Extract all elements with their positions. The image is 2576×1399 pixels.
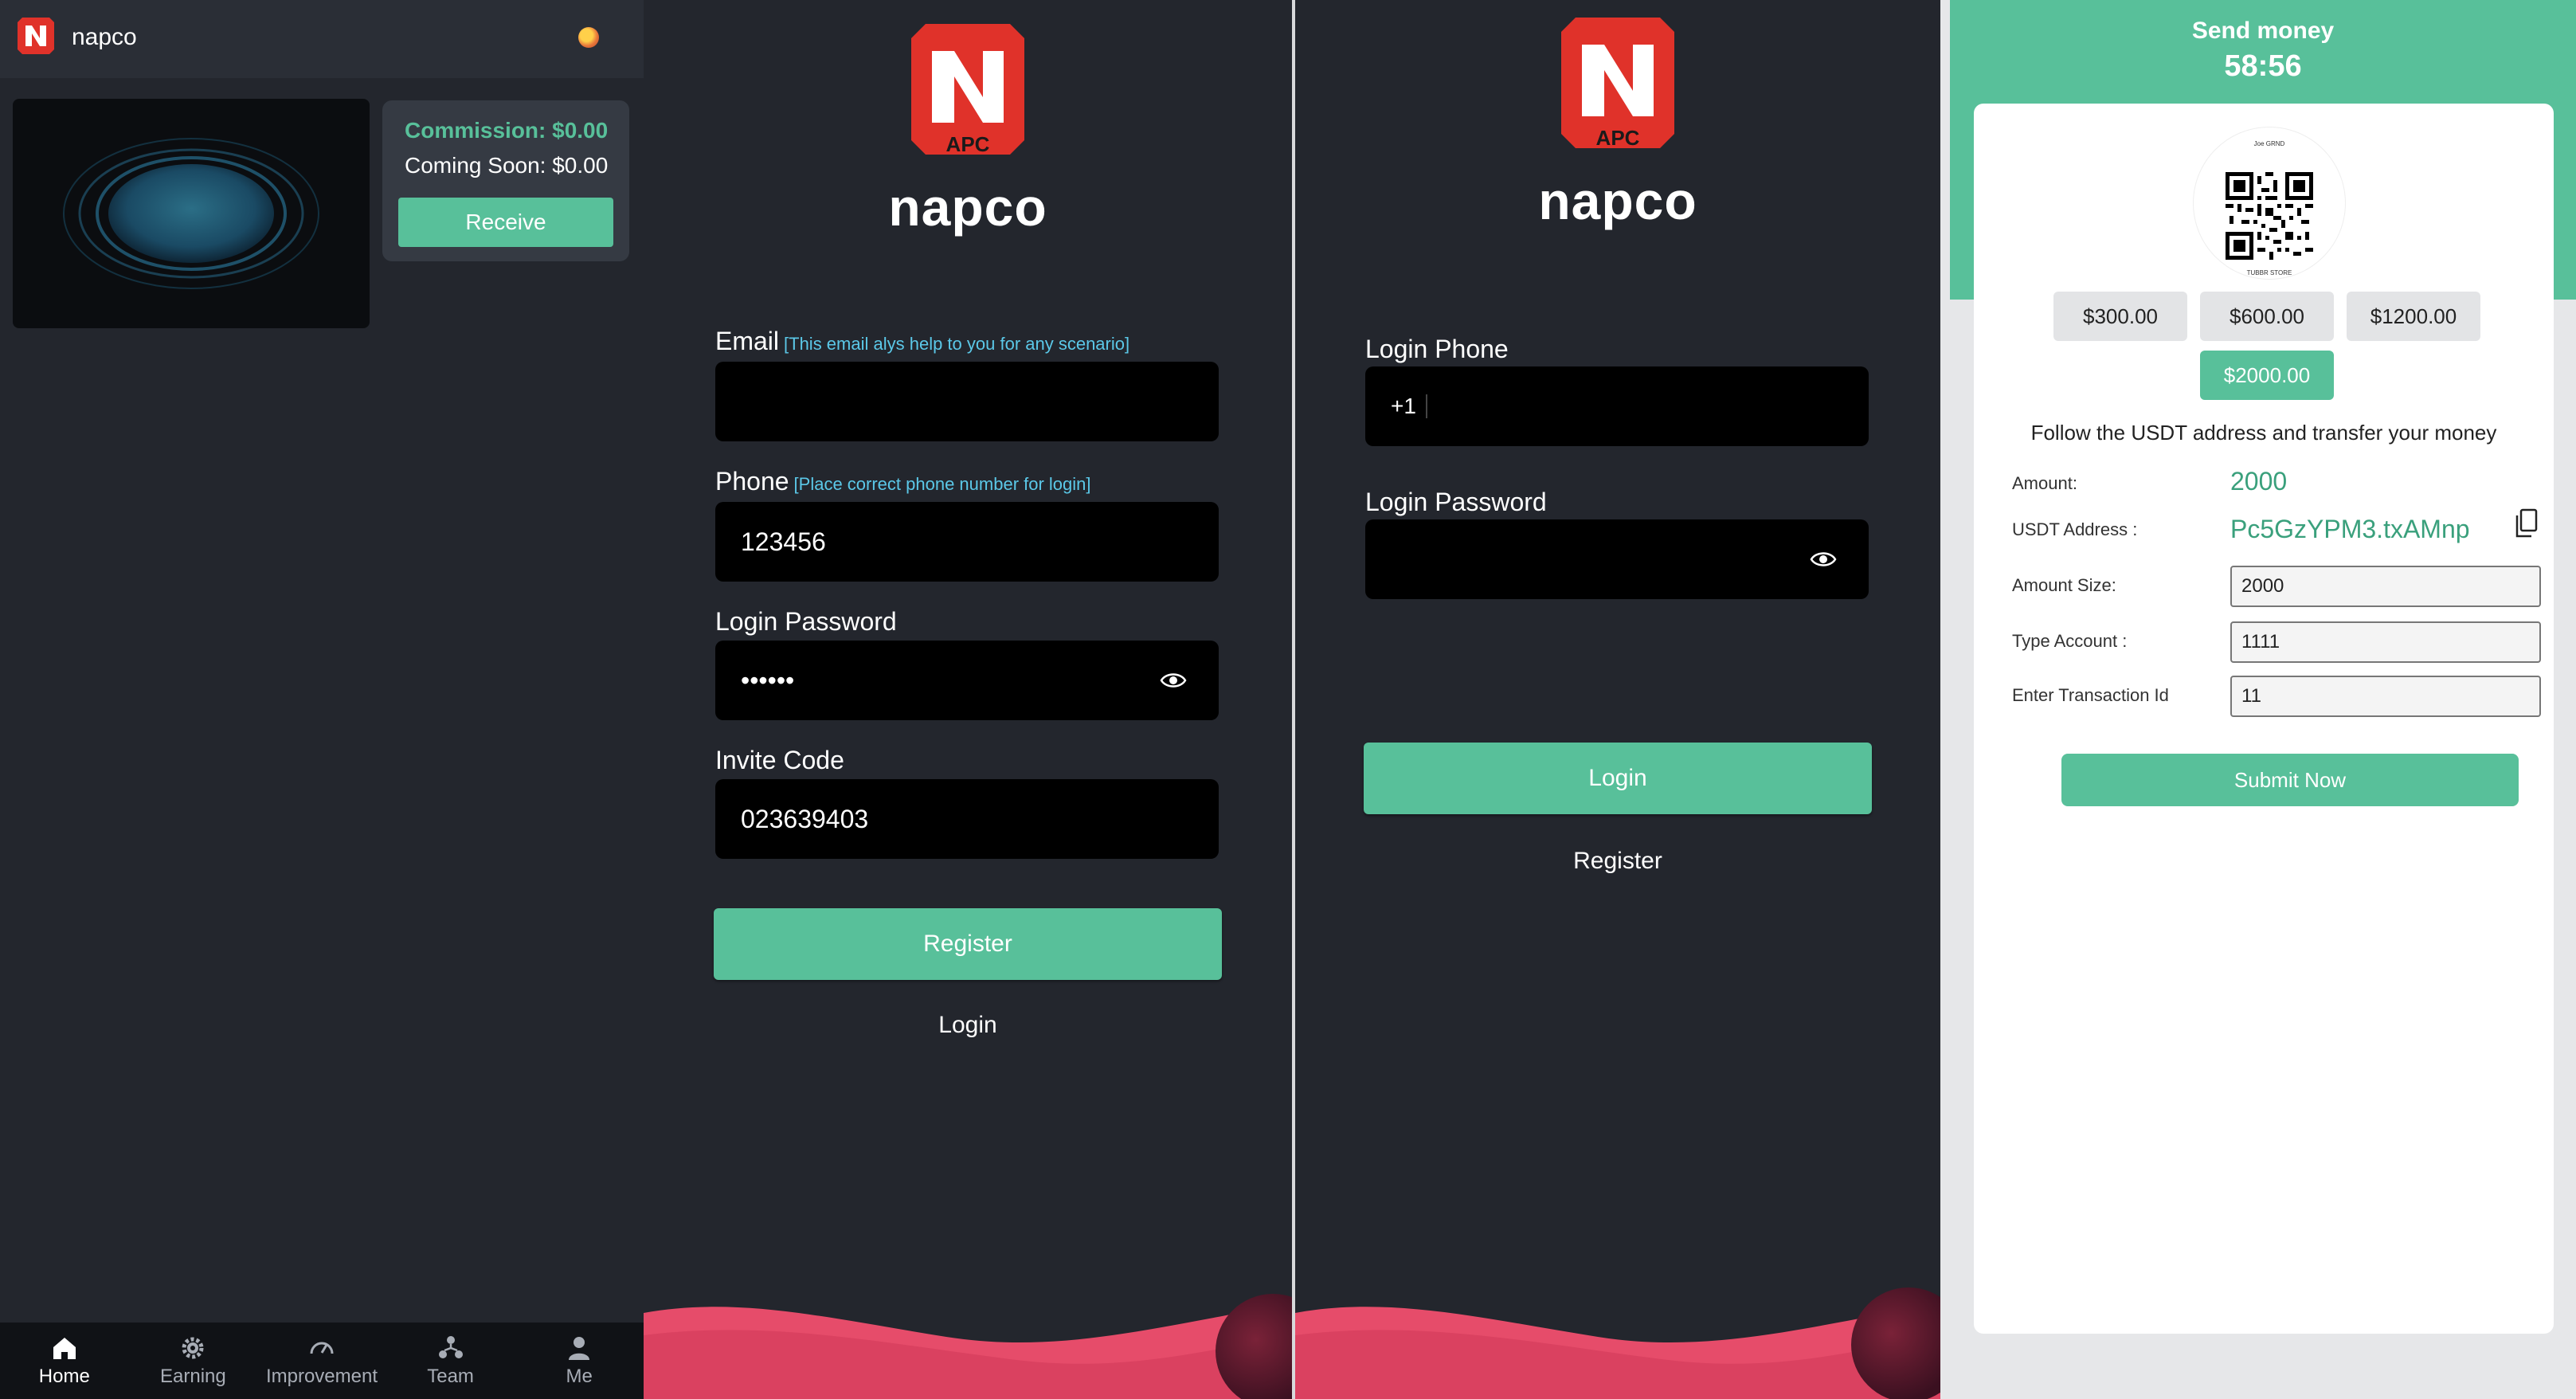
amount-option-1200[interactable]: $1200.00 [2347,292,2480,341]
countdown-timer: 58:56 [2224,49,2302,83]
amount-label: Amount: [2012,473,2077,493]
notification-icon[interactable] [578,27,599,48]
user-icon [569,1337,590,1360]
login-phone-label: Login Phone [1365,335,1509,363]
amount-size-label: Amount Size: [2012,575,2116,595]
amount-option-300[interactable]: $300.00 [2053,292,2187,341]
payment-card: Joe GRND TUBBR STORE $300.00 $600.00 $12… [1974,104,2554,1334]
invite-label: Invite Code [715,746,844,774]
register-screen: APC napco Email [This email alys help to … [644,0,1292,1399]
home-screen: napco Commission: $0.00 Coming Soon: $0.… [0,0,644,1399]
usdt-address-value: Pc5GzYPM3.txAMnp [2230,515,2470,543]
brand-name: napco [1538,171,1697,230]
panel-divider [1940,0,1950,1399]
email-hint: [This email alys help to you for any sce… [784,334,1130,354]
prefix-divider [1425,394,1427,418]
gear-icon [182,1337,204,1359]
phone-label: Phone [Place correct phone number for log… [715,467,1091,496]
login-phone-field[interactable]: +1 [1365,366,1869,446]
nav-label: Earning [160,1366,226,1387]
invite-code-field[interactable]: 023639403 [715,779,1219,859]
phone-hint: [Place correct phone number for login] [793,474,1091,494]
nav-earning[interactable]: Earning [129,1323,258,1399]
register-link[interactable]: Register [1364,848,1872,875]
coming-soon-text: Coming Soon: $0.00 [405,153,609,178]
commission-card: Commission: $0.00 Coming Soon: $0.00 Rec… [382,100,629,261]
amount-size-input[interactable]: 2000 [2230,566,2541,607]
nav-home[interactable]: Home [0,1323,129,1399]
login-password-label: Login Password [1365,488,1547,516]
team-icon [438,1336,463,1358]
home-icon [53,1338,76,1359]
send-money-screen: Send money 58:56 Joe GRND TUBBR STORE $3… [1950,0,2576,1399]
amount-option-600[interactable]: $600.00 [2200,292,2334,341]
amount-option-2000[interactable]: $2000.00 [2200,351,2334,400]
show-password-icon[interactable] [1810,548,1837,570]
decorative-wave [644,1294,1292,1399]
submit-now-button[interactable]: Submit Now [2061,754,2519,806]
qr-code-image: Joe GRND TUBBR STORE [2194,127,2345,279]
transfer-instruction: Follow the USDT address and transfer you… [2030,421,2497,445]
napco-logo-icon: APC [1561,18,1674,150]
email-label-text: Email [715,327,780,355]
nav-improvement[interactable]: Improvement [257,1323,386,1399]
nav-label: Me [566,1366,593,1387]
napco-logo-icon: APC [911,24,1024,156]
login-password-field[interactable] [1365,519,1869,599]
type-account-label: Type Account : [2012,631,2128,651]
home-header: napco [0,0,644,78]
nav-label: Home [38,1366,90,1387]
password-value: •••••• [741,665,795,695]
commission-text: Commission: $0.00 [405,118,609,143]
qr-header-text: Joe GRND [2253,140,2285,147]
receive-button[interactable]: Receive [398,198,613,247]
transaction-id-label: Enter Transaction Id [2012,685,2169,705]
type-account-input[interactable]: 1111 [2230,621,2541,663]
nav-me[interactable]: Me [515,1323,644,1399]
decorative-wave [1295,1287,1940,1399]
login-link[interactable]: Login [714,1012,1222,1039]
show-password-icon[interactable] [1160,669,1187,692]
qr-code-icon [2226,172,2313,260]
qr-caption: TUBBR STORE [2246,269,2292,276]
usdt-address-label: USDT Address : [2012,519,2138,539]
amount-value: 2000 [2230,467,2288,496]
password-field[interactable]: •••••• [715,641,1219,720]
gauge-icon [310,1342,334,1354]
phone-field[interactable]: 123456 [715,502,1219,582]
bottom-nav: Home Earning Improvement Team Me [0,1323,644,1399]
svg-text:APC: APC [946,132,990,156]
brand-name: napco [888,178,1047,237]
transaction-id-input[interactable]: 11 [2230,676,2541,717]
email-field[interactable] [715,362,1219,441]
nav-team[interactable]: Team [386,1323,515,1399]
planet-image [63,138,319,289]
app-name: napco [72,24,137,50]
nav-label: Improvement [265,1366,378,1387]
phone-label-text: Phone [715,467,789,496]
password-label: Login Password [715,607,897,636]
login-button[interactable]: Login [1364,743,1872,814]
copy-icon[interactable] [2514,508,2538,539]
register-button[interactable]: Register [714,908,1222,980]
page-title: Send money [2191,18,2335,44]
napco-logo-icon [18,18,54,54]
country-code: +1 [1391,394,1416,418]
login-screen: APC napco Login Phone +1 Login Password … [1295,0,1940,1399]
nav-label: Team [427,1366,474,1387]
promo-banner [13,99,370,328]
svg-text:APC: APC [1596,126,1640,150]
email-label: Email [This email alys help to you for an… [715,327,1129,356]
